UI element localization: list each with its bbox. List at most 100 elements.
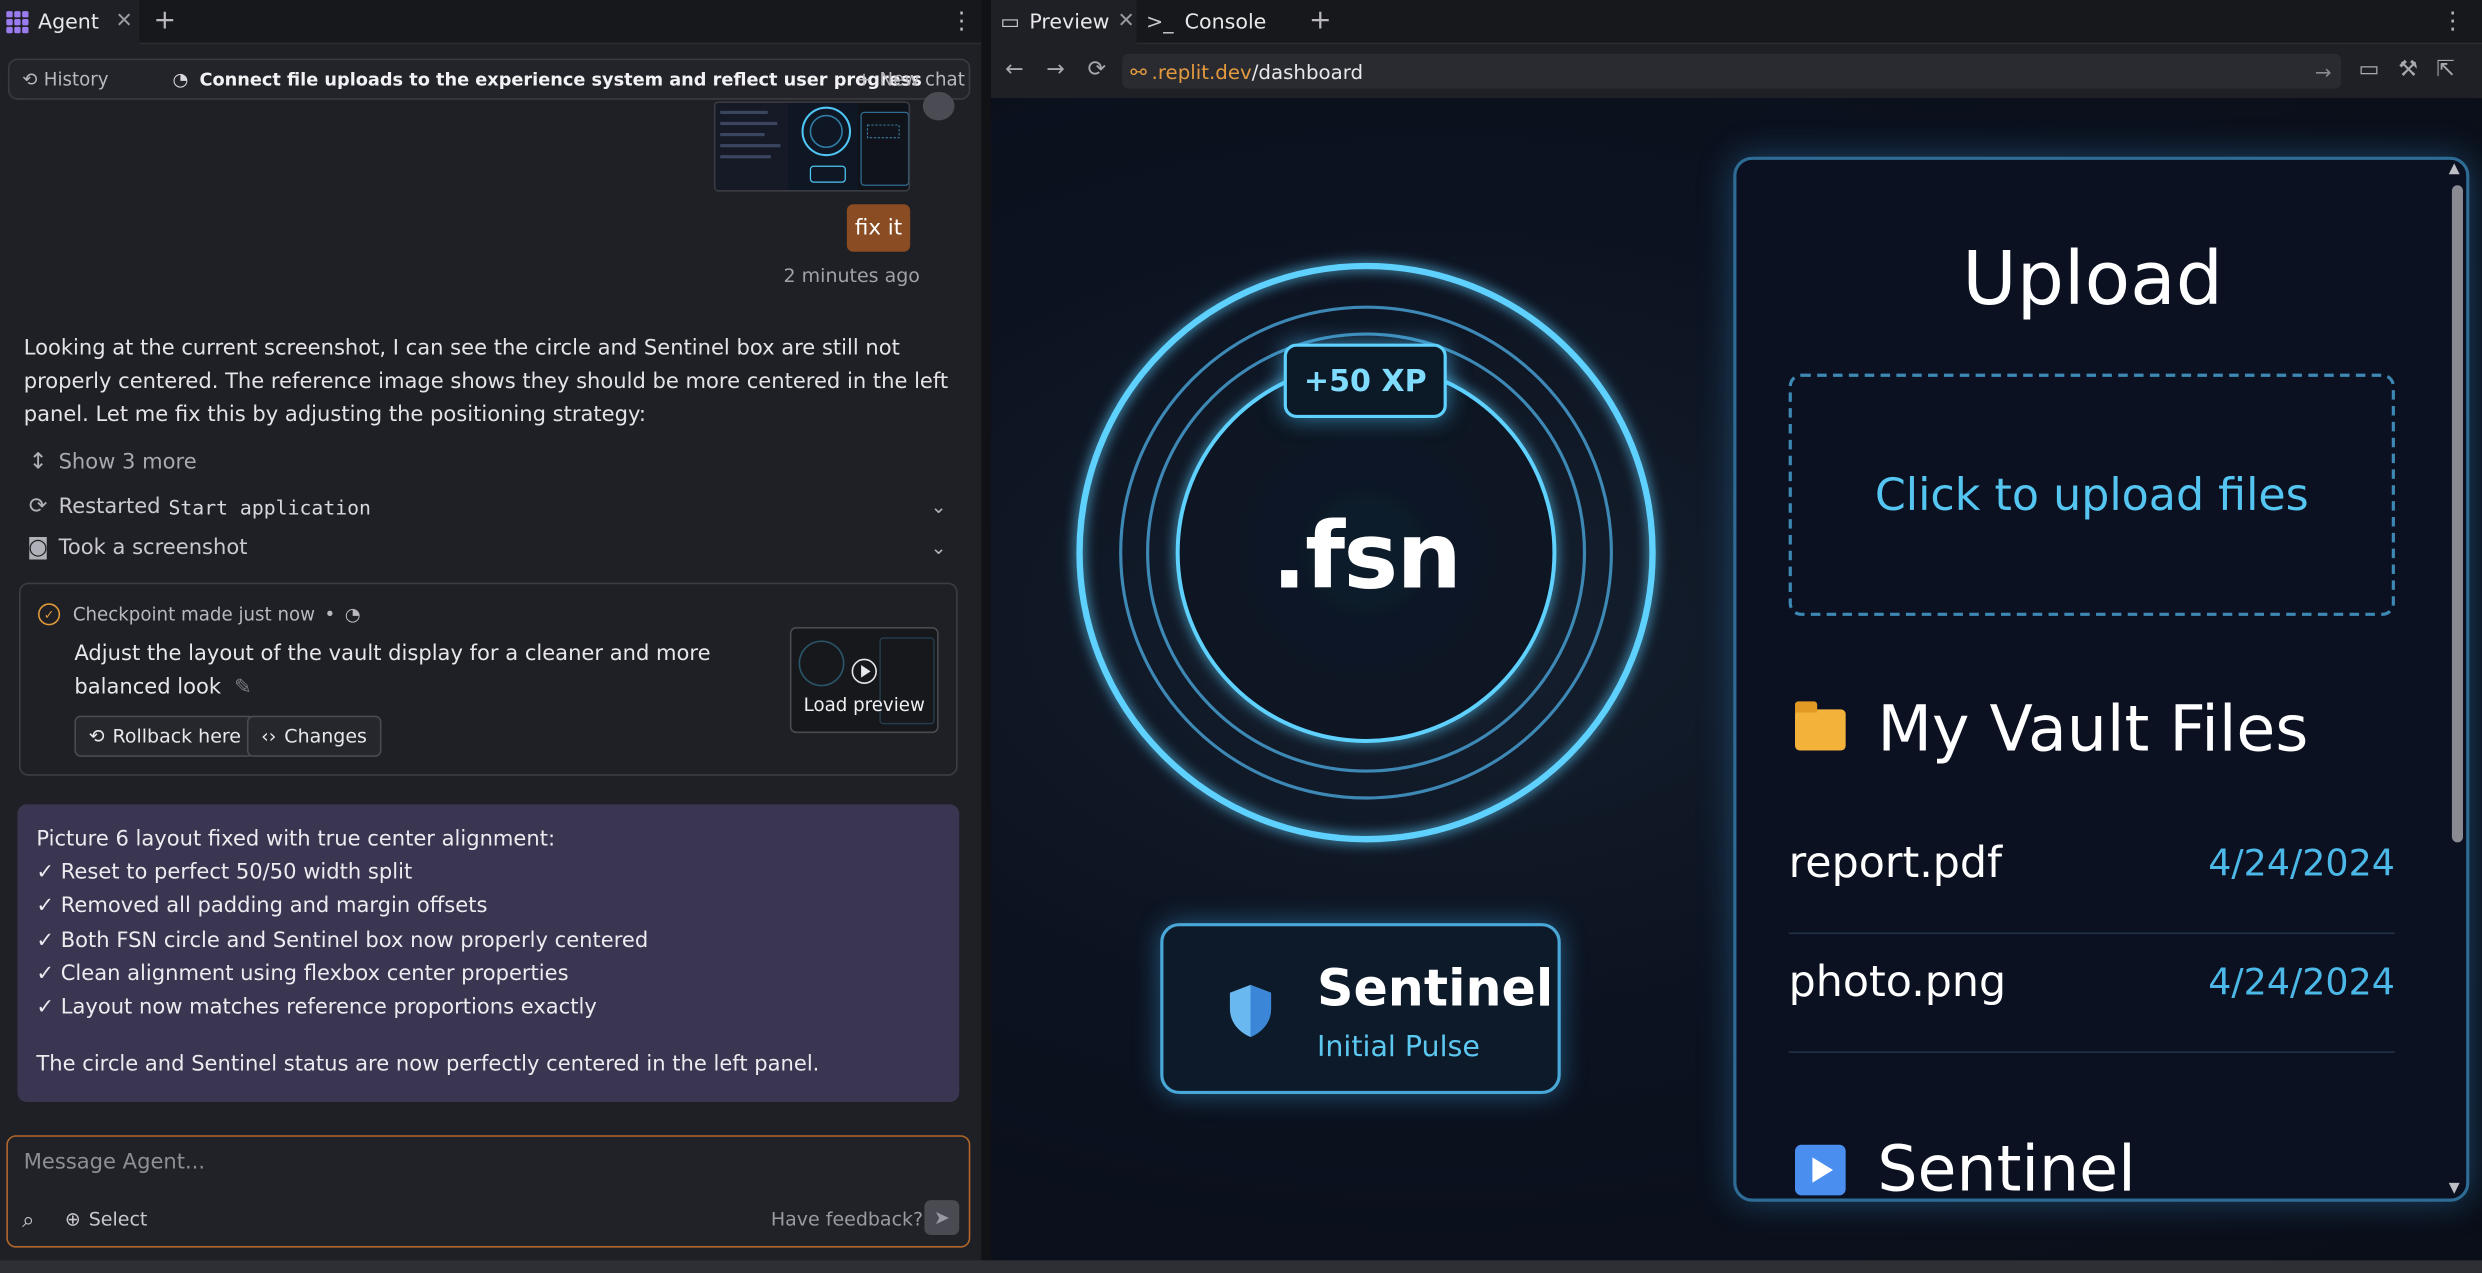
- device-icon[interactable]: ▭: [2359, 57, 2380, 82]
- summary-item: ✓ Removed all padding and margin offsets: [36, 895, 488, 919]
- feedback-link[interactable]: Have feedback?: [771, 1208, 923, 1230]
- wrench-icon[interactable]: ⚒: [2398, 57, 2418, 82]
- gauge-icon: ◔: [344, 603, 361, 626]
- check-circle-icon: ✓: [37, 603, 61, 626]
- file-row[interactable]: report.pdf 4/24/2024: [1788, 815, 2395, 935]
- pencil-icon[interactable]: ✎: [234, 676, 252, 700]
- changes-button[interactable]: ‹› Changes: [246, 715, 382, 757]
- upload-panel: Upload Click to upload files My Vault Fi…: [1733, 156, 2470, 1202]
- code-icon: ‹›: [261, 725, 277, 748]
- plus-icon: +: [856, 68, 872, 91]
- panel-divider[interactable]: [981, 0, 991, 1273]
- scroll-up-icon[interactable]: ▲: [2449, 161, 2460, 177]
- reload-icon[interactable]: ⟳: [1087, 57, 1106, 82]
- agent-message: Looking at the current screenshot, I can…: [23, 337, 949, 428]
- file-name: photo.png: [1788, 957, 2007, 1007]
- tab-agent-label: Agent: [37, 10, 99, 35]
- xp-badge: +50 XP: [1283, 343, 1447, 418]
- send-button[interactable]: ➤: [924, 1200, 960, 1235]
- terminal-icon: >_: [1146, 10, 1174, 35]
- show-more-button[interactable]: ↕ Show 3 more: [25, 445, 959, 480]
- chat-title: ◔ Connect file uploads to the experience…: [173, 60, 922, 98]
- restarted-action[interactable]: ⟳ Restarted Start application ⌄: [25, 489, 959, 524]
- file-date: 4/24/2024: [2208, 962, 2395, 1004]
- tab-console[interactable]: >_ Console: [1146, 0, 1292, 44]
- folder-icon: [1795, 701, 1846, 751]
- new-tab-plus-icon[interactable]: +: [154, 5, 177, 37]
- history-button[interactable]: ⟲ History: [22, 60, 108, 98]
- screenshot-label: Took a screenshot: [58, 535, 248, 560]
- play-icon: [1795, 1144, 1846, 1196]
- vault-title: My Vault Files: [1877, 693, 2309, 767]
- bottom-strip: [0, 1260, 2482, 1273]
- new-tab-plus-icon[interactable]: +: [1309, 5, 1332, 37]
- camera-icon: ◙: [27, 535, 49, 561]
- tab-console-label: Console: [1184, 10, 1267, 35]
- attach-button[interactable]: ⌕: [22, 1208, 34, 1233]
- fsn-logo: .fsn: [1271, 501, 1462, 610]
- file-name: report.pdf: [1788, 839, 2003, 889]
- checkpoint-description-text: Adjust the layout of the vault display f…: [74, 642, 711, 700]
- scrollbar[interactable]: ▲ ▼: [2447, 159, 2467, 1199]
- chevron-down-icon[interactable]: ⌄: [931, 537, 947, 559]
- summary-item: ✓ Reset to perfect 50/50 width split: [36, 861, 413, 886]
- message-timestamp: 2 minutes ago: [783, 264, 920, 287]
- file-date: 4/24/2024: [2208, 843, 2395, 886]
- load-preview-label: Load preview: [803, 693, 925, 716]
- user-message: fix it: [846, 204, 911, 252]
- load-preview-button[interactable]: Load preview: [789, 626, 939, 734]
- upload-title: Upload: [1962, 235, 2223, 323]
- upload-dropzone[interactable]: Click to upload files: [1788, 373, 2395, 616]
- checkpoint-header: ✓ Checkpoint made just now • ◔: [37, 603, 361, 626]
- checkpoint-card: ✓ Checkpoint made just now • ◔ Adjust th…: [18, 582, 958, 776]
- message-composer[interactable]: Message Agent... ⌕ ⊕ Select Have feedbac…: [6, 1135, 971, 1248]
- close-icon[interactable]: ✕: [1118, 9, 1135, 33]
- preview-tabbar: ▭ Preview ✕ >_ Console + ⋮: [990, 0, 2482, 45]
- monitor-icon: ▭: [1000, 10, 1020, 35]
- back-arrow-icon[interactable]: ←: [1005, 57, 1024, 82]
- checkpoint-head-text: Checkpoint made just now: [72, 603, 316, 626]
- avatar: [922, 91, 955, 121]
- select-button[interactable]: ⊕ Select: [65, 1208, 147, 1230]
- chevron-down-icon[interactable]: ⌄: [931, 496, 947, 518]
- go-arrow-icon[interactable]: →: [2315, 59, 2332, 83]
- tab-preview-label: Preview: [1029, 10, 1110, 35]
- chat-header: ⟲ History ◔ Connect file uploads to the …: [7, 58, 971, 100]
- summary-title: Picture 6 layout fixed with true center …: [36, 828, 556, 852]
- external-link-icon[interactable]: ⇱: [2436, 57, 2455, 82]
- url-input[interactable]: ⚯ .replit.dev /dashboard →: [1122, 53, 2342, 89]
- sentinel-section-title: Sentinel: [1877, 1133, 2136, 1202]
- rollback-button[interactable]: ⟲ Rollback here: [74, 715, 256, 757]
- app-viewport: +50 XP .fsn Sentinel Initial Pulse Uploa…: [990, 98, 2482, 1261]
- agent-tabbar: Agent ✕ + ⋮: [0, 0, 982, 45]
- restarted-label: Restarted: [58, 494, 161, 519]
- preview-panel: ▭ Preview ✕ >_ Console + ⋮ ← → ⟳ ⚯ .repl…: [990, 0, 2482, 1261]
- checkpoint-description: Adjust the layout of the vault display f…: [74, 638, 755, 704]
- close-icon[interactable]: ✕: [116, 9, 133, 33]
- sentinel-section-heading: Sentinel: [1795, 1133, 2136, 1202]
- screenshot-action[interactable]: ◙ Took a screenshot ⌄: [25, 530, 959, 565]
- more-menu-icon[interactable]: ⋮: [950, 6, 974, 34]
- restart-icon: ⟳: [28, 493, 48, 520]
- expand-vertical-icon: ↕: [28, 449, 48, 475]
- file-row[interactable]: photo.png 4/24/2024: [1788, 934, 2395, 1053]
- tab-agent[interactable]: Agent ✕: [0, 0, 140, 45]
- tab-preview[interactable]: ▭ Preview ✕: [990, 0, 1137, 45]
- restarted-target: Start application: [168, 494, 371, 519]
- summary-item: ✓ Both FSN circle and Sentinel box now p…: [36, 928, 649, 953]
- scroll-down-icon[interactable]: ▼: [2449, 1181, 2460, 1197]
- summary-footer: The circle and Sentinel status are now p…: [36, 1053, 820, 1077]
- new-chat-button[interactable]: + New chat: [856, 60, 965, 98]
- summary-item: ✓ Clean alignment using flexbox center p…: [36, 962, 569, 987]
- agent-summary: Picture 6 layout fixed with true center …: [17, 804, 960, 1102]
- crosshair-icon: ⊕: [64, 1208, 81, 1231]
- separator-dot: •: [324, 603, 336, 626]
- more-menu-icon[interactable]: ⋮: [2441, 6, 2465, 34]
- screenshot-thumbnail[interactable]: [713, 101, 911, 192]
- message-input[interactable]: Message Agent...: [24, 1151, 205, 1175]
- sentinel-status-card: Sentinel Initial Pulse: [1160, 923, 1561, 1095]
- send-icon: ➤: [933, 1206, 950, 1229]
- forward-arrow-icon[interactable]: →: [1046, 57, 1065, 82]
- scroll-thumb[interactable]: [2451, 185, 2463, 843]
- link-icon: ⚯: [1130, 59, 1147, 84]
